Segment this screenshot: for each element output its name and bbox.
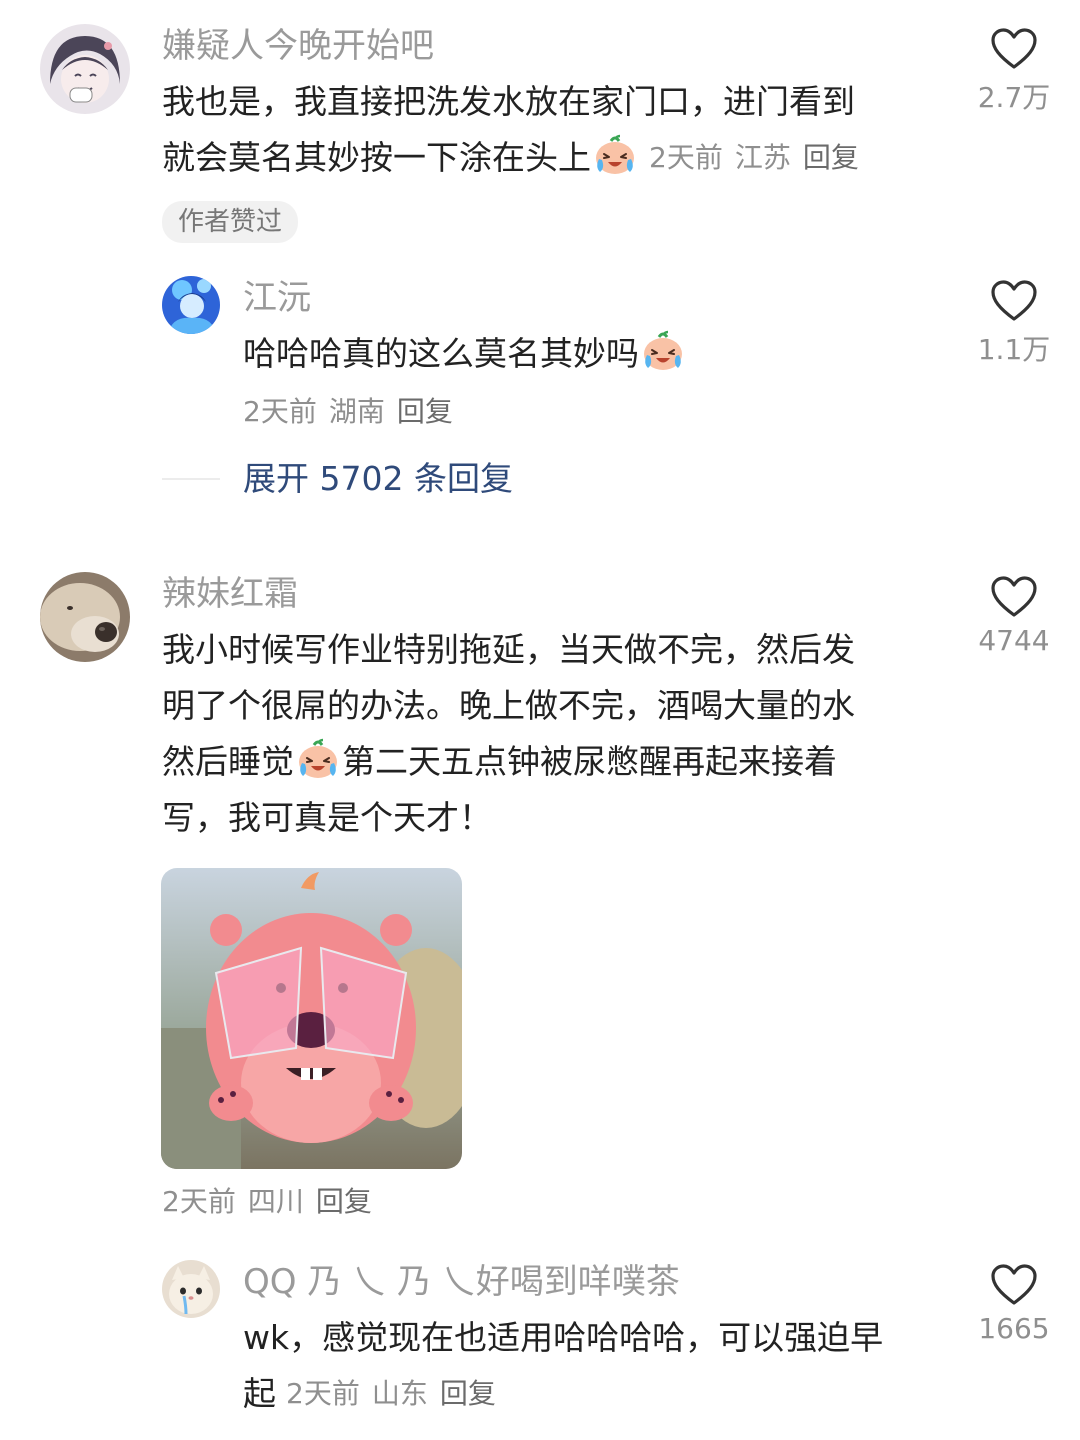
like-count: 1.1万 (977, 333, 1051, 366)
comment-text-line: 我小时候写作业特别拖延，当天做不完，然后发 (162, 630, 855, 669)
heart-outline-icon (991, 280, 1037, 322)
comment-text-fragment: 然后睡觉 (162, 742, 294, 781)
comment-text-fragment: 第二天五点钟被尿憋醒再起来接着 (342, 742, 837, 781)
comment-text: 我小时候写作业特别拖延，当天做不完，然后发 明了个很屌的办法。晚上做不完，酒喝大… (162, 622, 932, 846)
reply-username[interactable]: QQ 乃 乀 乃 乀好喝到咩噗茶 (243, 1262, 680, 1302)
comment-time: 2天前 (162, 1185, 236, 1218)
heart-outline-icon (991, 28, 1037, 70)
reply-text-fragment: 起 (243, 1374, 276, 1413)
like-count: 2.7万 (977, 81, 1051, 114)
reply-text-fragment: 哈哈哈真的这么莫名其妙吗 (243, 334, 639, 373)
reply-meta: 2天前 湖南 回复 (243, 394, 453, 430)
heart-outline-icon (991, 576, 1037, 618)
comment-text-line: 明了个很屌的办法。晚上做不完，酒喝大量的水 (162, 686, 855, 725)
heart-outline-icon (991, 1264, 1037, 1306)
expand-replies-button[interactable]: 展开 5702 条回复 (243, 459, 513, 499)
author-liked-badge: 作者赞过 (162, 201, 299, 243)
reply-location: 山东 (371, 1377, 428, 1410)
comment-text-line: 就会莫名其妙按一下涂在头上 2天前 江苏 回复 (162, 130, 932, 186)
comment-username[interactable]: 辣妹红霜 (162, 574, 298, 614)
comment-text: 我也是，我直接把洗发水放在家门口，进门看到 就会莫名其妙按一下涂在头上 2天前 江苏… (162, 74, 932, 186)
avatar[interactable] (162, 276, 220, 334)
reply-button[interactable]: 回复 (803, 141, 859, 174)
comment-meta: 2天前 江苏 回复 (649, 141, 859, 174)
like-count: 1665 (978, 1312, 1050, 1345)
like-button[interactable]: 2.7万 (964, 28, 1064, 116)
avatar[interactable] (40, 572, 130, 662)
like-count: 4744 (978, 624, 1050, 657)
comment-text-line: 我也是，我直接把洗发水放在家门口，进门看到 (162, 82, 855, 121)
laugh-cry-emoji-icon (593, 133, 637, 177)
reply-meta: 2天前 山东 回复 (286, 1377, 496, 1410)
avatar[interactable] (162, 1260, 220, 1318)
reply-button[interactable]: 回复 (316, 1185, 372, 1218)
pink-beaver-sticker[interactable] (161, 868, 462, 1169)
like-button[interactable]: 1.1万 (964, 280, 1064, 368)
reply-button[interactable]: 回复 (397, 395, 453, 428)
reply-button[interactable]: 回复 (440, 1377, 496, 1410)
like-button[interactable]: 4744 (964, 576, 1064, 657)
like-button[interactable]: 1665 (964, 1264, 1064, 1345)
reply-time: 2天前 (243, 395, 317, 428)
reply-text-line: wk，感觉现在也适用哈哈哈哈，可以强迫早 (243, 1318, 884, 1357)
comment-text-fragment: 就会莫名其妙按一下涂在头上 (162, 138, 591, 177)
comment-text-line: 写，我可真是个天才！ (162, 798, 492, 837)
comment-location: 四川 (247, 1185, 304, 1218)
reply-text: wk，感觉现在也适用哈哈哈哈，可以强迫早 起 2天前 山东 回复 (243, 1310, 943, 1422)
reply-username[interactable]: 江沅 (243, 278, 311, 318)
reply-time: 2天前 (286, 1377, 360, 1410)
reply-text: 哈哈哈真的这么莫名其妙吗 (243, 326, 687, 382)
comment-meta: 2天前 四川 回复 (162, 1184, 372, 1220)
avatar[interactable] (40, 24, 130, 114)
expand-divider (162, 478, 220, 480)
laugh-cry-emoji-icon (641, 329, 685, 373)
comment-time: 2天前 (649, 141, 723, 174)
laugh-cry-emoji-icon (296, 737, 340, 781)
comment-location: 江苏 (734, 141, 791, 174)
comment-username[interactable]: 嫌疑人今晚开始吧 (162, 26, 434, 66)
comment-text-line: 然后睡觉 第二天五点钟被尿憋醒再起来接着 (162, 734, 932, 790)
reply-text-line: 起 2天前 山东 回复 (243, 1366, 943, 1422)
reply-location: 湖南 (328, 395, 385, 428)
